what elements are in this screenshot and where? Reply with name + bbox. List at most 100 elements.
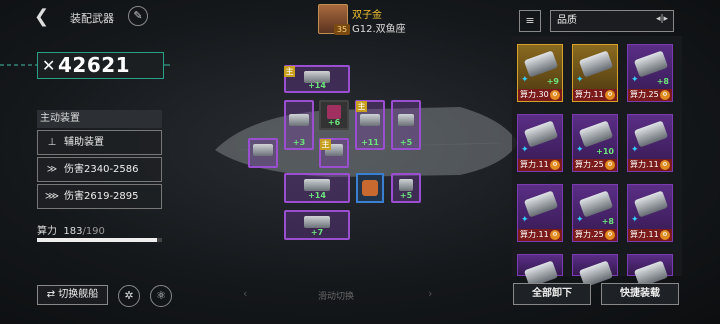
weapon-icon <box>523 190 559 218</box>
equip-slot[interactable] <box>248 138 278 168</box>
calc-bar-fill <box>37 238 158 242</box>
weapon-icon <box>633 120 669 148</box>
back-button[interactable]: ❮ <box>34 6 56 28</box>
unequip-all-button[interactable]: 全部卸下 <box>513 283 591 305</box>
gear-icon: ⚙ <box>660 230 670 240</box>
power-deco-line <box>0 64 37 66</box>
turret-icon: ⊥ <box>47 137 57 148</box>
gear-icon: ⚙ <box>550 230 560 240</box>
equip-slot[interactable]: +14 <box>284 173 350 203</box>
inventory-card[interactable]: ✦ 算力.11 ⚙ <box>572 44 618 102</box>
weapon-icon <box>523 50 559 78</box>
gear-icon: ⚙ <box>605 90 615 100</box>
inventory-card[interactable]: ✦ <box>572 254 618 295</box>
ship-button[interactable]: ⚛ <box>150 285 172 307</box>
switch-ship-label: 切换舰船 <box>58 289 99 300</box>
slot-label: 伤害2619-2895 <box>64 191 139 202</box>
card-calc: 算力.30 ⚙ <box>518 89 562 101</box>
calc-current: 183 <box>63 226 83 237</box>
inventory-card[interactable]: ✦ +8 算力.25 ⚙ <box>572 184 618 242</box>
power-deco-line <box>164 64 170 66</box>
support-slot[interactable] <box>356 173 384 203</box>
filter-icon: ≡ <box>525 14 535 27</box>
card-level: +10 <box>596 147 614 156</box>
gear-icon: ⚙ <box>605 160 615 170</box>
slot-label: 辅助装置 <box>64 137 104 148</box>
equip-slot[interactable]: +5 <box>391 100 421 150</box>
card-level: +8 <box>601 217 614 226</box>
weapon-icon <box>578 50 614 78</box>
rank-icon: ✦ <box>631 75 639 85</box>
card-level: +8 <box>656 77 669 86</box>
rank-icon: ✦ <box>576 215 584 225</box>
rank-icon: ✦ <box>576 75 584 85</box>
rank-icon: ✦ <box>521 215 529 225</box>
card-calc-label: 算力.25 <box>575 160 604 169</box>
player-name: 双子金 <box>352 10 382 21</box>
inventory-card[interactable]: ✦ +8 算力.25 ⚙ <box>627 44 673 102</box>
card-calc-label: 算力.11 <box>630 160 659 169</box>
avatar-level: 35 <box>334 24 350 35</box>
inventory-card[interactable]: ✦ +10 算力.25 ⚙ <box>572 114 618 172</box>
card-calc: 算力.11 ⚙ <box>518 229 562 241</box>
calc-bar <box>37 238 162 242</box>
wing-icon: ≫ <box>46 164 58 175</box>
swipe-hint: 滑动切换 <box>318 292 355 302</box>
switch-ship-button[interactable]: ⇄ 切换舰船 <box>37 285 108 305</box>
chevron-right-icon[interactable]: › <box>428 287 432 300</box>
card-calc-label: 算力.11 <box>630 230 659 239</box>
damage-slot-2-button[interactable]: ⋙ 伤害2619-2895 <box>37 184 162 209</box>
power-value: 42621 <box>58 53 131 77</box>
weapon-icon <box>578 120 614 148</box>
inventory-card[interactable]: ✦ <box>627 254 673 295</box>
inventory-card[interactable]: ✦ 算力.11 ⚙ <box>517 114 563 172</box>
gear-icon: ⚙ <box>550 90 560 100</box>
rank-icon: ✦ <box>521 145 529 155</box>
card-calc: 算力.25 ⚙ <box>573 159 617 171</box>
fleet-icon: ✲ <box>124 289 134 302</box>
slot-label: 伤害2340-2586 <box>64 164 139 175</box>
calc-max: /190 <box>82 226 105 237</box>
edit-button[interactable]: ✎ <box>128 6 148 26</box>
equip-slot[interactable]: +5 <box>391 173 421 203</box>
main-tag: 主 <box>284 66 295 77</box>
fleet-button[interactable]: ✲ <box>118 285 140 307</box>
weapon-icon <box>578 190 614 218</box>
equip-slot[interactable]: +3 <box>284 100 314 150</box>
pencil-icon: ✎ <box>133 9 143 22</box>
card-calc-label: 算力.30 <box>520 90 549 99</box>
rank-icon: ✦ <box>521 75 529 85</box>
calc-label: 算力 <box>37 226 57 237</box>
page-title: 装配武器 <box>70 12 114 25</box>
chevron-left-icon: ❮ <box>34 6 50 27</box>
filter-button[interactable]: ≡ <box>519 10 541 32</box>
inventory-card[interactable]: ✦ 算力.11 ⚙ <box>627 184 673 242</box>
card-calc: 算力.11 ⚙ <box>573 89 617 101</box>
card-level: +9 <box>546 77 559 86</box>
equip-slot[interactable]: +6 <box>319 100 349 130</box>
card-calc: 算力.25 ⚙ <box>628 89 672 101</box>
inventory-card[interactable]: ✦ 算力.11 ⚙ <box>517 184 563 242</box>
inventory-card[interactable]: ✦ +9 算力.30 ⚙ <box>517 44 563 102</box>
calc-readout: 算力 183/190 <box>37 222 105 237</box>
chevron-left-icon[interactable]: ‹ <box>243 287 247 300</box>
section-title: 主动装置 <box>37 110 162 128</box>
main-tag: 主 <box>356 101 367 112</box>
aux-device-button[interactable]: ⊥ 辅助装置 <box>37 130 162 155</box>
card-calc-label: 算力.25 <box>575 230 604 239</box>
sort-arrows-icon: ◂|▸ <box>656 14 669 24</box>
rank-icon: ✦ <box>631 215 639 225</box>
ship-icon: ⚛ <box>156 289 166 302</box>
card-calc: 算力.25 ⚙ <box>573 229 617 241</box>
weapon-icon <box>633 190 669 218</box>
weapon-icon <box>633 50 669 78</box>
inventory-card[interactable]: ✦ <box>517 254 563 295</box>
swap-icon: ⇄ <box>46 289 59 300</box>
rank-icon: ✦ <box>576 145 584 155</box>
equip-slot[interactable]: +7 <box>284 210 350 240</box>
claw-icon: ⋙ <box>44 191 60 202</box>
quick-equip-button[interactable]: 快捷装载 <box>601 283 679 305</box>
inventory-card[interactable]: ✦ 算力.11 ⚙ <box>627 114 673 172</box>
damage-slot-1-button[interactable]: ≫ 伤害2340-2586 <box>37 157 162 182</box>
galaxy-label: G12.双鱼座 <box>352 24 406 35</box>
